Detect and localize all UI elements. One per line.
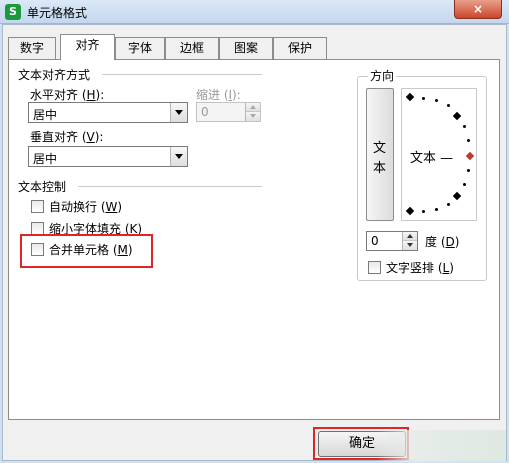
merge-cells-highlight xyxy=(20,234,153,268)
chevron-down-icon xyxy=(170,147,187,166)
indent-stepper[interactable]: 0 xyxy=(196,102,261,122)
vertical-text-char: 文 xyxy=(373,141,387,156)
vertical-text-char: 本 xyxy=(373,161,387,176)
dial-dot xyxy=(463,183,466,186)
text-alignment-heading: 文本对齐方式 xyxy=(18,68,91,82)
dial-dot xyxy=(463,125,466,128)
horizontal-align-select[interactable]: 居中 xyxy=(28,102,188,123)
dial-marker xyxy=(405,206,415,216)
spin-down-icon[interactable] xyxy=(403,241,417,250)
degree-value: 0 xyxy=(371,234,379,248)
vertical-layout-label: 文字竖排 (L) xyxy=(386,261,454,275)
indent-value: 0 xyxy=(201,105,209,119)
orientation-heading: 方向 xyxy=(368,67,397,84)
horizontal-align-label: 水平对齐 (H): xyxy=(30,88,105,102)
spin-down-icon[interactable] xyxy=(246,112,260,121)
dial-dot xyxy=(467,169,470,172)
orientation-dial[interactable]: 文本 — xyxy=(401,88,477,221)
wrap-text-label: 自动换行 (W) xyxy=(49,200,123,214)
spin-up-icon[interactable] xyxy=(403,232,417,241)
dial-marker xyxy=(452,111,462,121)
divider xyxy=(102,74,262,75)
horizontal-align-value: 居中 xyxy=(33,108,58,122)
watermark-blur xyxy=(376,430,506,462)
indent-label: 缩进 (I): xyxy=(196,88,241,102)
spin-up-icon[interactable] xyxy=(246,103,260,112)
vertical-layout-checkbox[interactable] xyxy=(368,261,381,274)
dial-marker xyxy=(452,191,462,201)
text-control-heading: 文本控制 xyxy=(18,180,67,194)
angle-pointer-icon[interactable] xyxy=(465,151,475,161)
divider xyxy=(78,186,262,187)
vertical-align-value: 居中 xyxy=(33,152,58,166)
dial-dot xyxy=(422,97,425,100)
vertical-align-label: 垂直对齐 (V): xyxy=(30,130,104,144)
dial-dot xyxy=(435,208,438,211)
dial-dot xyxy=(422,210,425,213)
vertical-align-select[interactable]: 居中 xyxy=(28,146,188,167)
dial-marker xyxy=(405,92,415,102)
degree-label: 度 (D) xyxy=(425,235,460,249)
degree-stepper[interactable]: 0 xyxy=(366,231,418,251)
dial-dot xyxy=(447,203,450,206)
dial-dot xyxy=(435,99,438,102)
dial-text: 文本 — xyxy=(410,151,454,166)
vertical-text-button[interactable]: 文 本 xyxy=(366,88,394,221)
chevron-down-icon xyxy=(170,103,187,122)
wrap-text-checkbox[interactable] xyxy=(31,200,44,213)
dial-dot xyxy=(447,104,450,107)
dial-dot xyxy=(467,139,470,142)
